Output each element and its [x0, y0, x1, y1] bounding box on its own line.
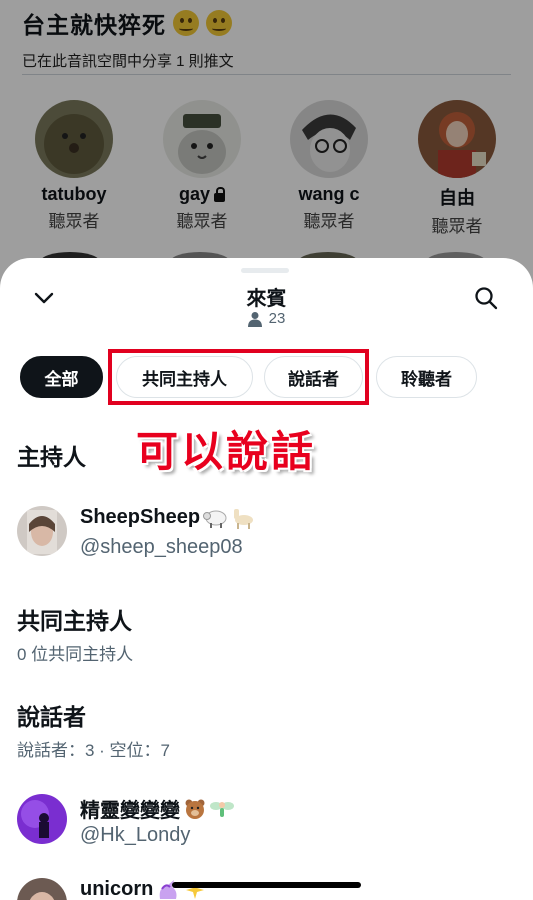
tab-cohosts[interactable]: 共同主持人 [116, 356, 253, 398]
speaker-name-text: 精靈變變變 [80, 800, 180, 822]
speaker-handle: @Hk_Londy [80, 824, 191, 846]
llama-icon [234, 508, 254, 529]
host-section-title: 主持人 [17, 444, 86, 470]
host-name: SheepSheep [80, 506, 254, 529]
speaker-name-text: unicorn [80, 878, 154, 900]
avatar [17, 878, 67, 900]
guest-count: 23 [0, 310, 533, 327]
tab-speakers[interactable]: 說話者 [264, 356, 363, 398]
fairy-icon [210, 801, 234, 817]
person-icon [247, 311, 262, 327]
sheet-title: 來賓 [246, 288, 287, 310]
host-handle: @sheep_sheep08 [80, 536, 243, 558]
host-name-text: SheepSheep [80, 506, 201, 528]
guest-count-value: 23 [268, 310, 286, 327]
tab-listeners[interactable]: 聆聽者 [376, 356, 477, 398]
sheep-icon [203, 510, 227, 528]
speaker-name: 精靈變變變 [80, 794, 234, 823]
host-user-row[interactable]: SheepSheep @sheep_sheep08 [17, 506, 517, 566]
speaker-section-title: 說話者 [17, 704, 86, 730]
search-button[interactable] [468, 280, 504, 316]
guests-sheet: 來賓 23 全部 共同主持人 說話者 聆聽者 主持人 SheepSheep @s… [0, 258, 533, 900]
home-indicator[interactable] [172, 882, 361, 888]
cohost-section-title: 共同主持人 [17, 608, 132, 634]
annotation-label: 可以說話 [136, 427, 317, 476]
avatar [17, 794, 67, 844]
tab-all[interactable]: 全部 [20, 356, 103, 398]
bear-icon [185, 799, 205, 819]
sheet-grabber[interactable] [241, 268, 289, 273]
speaker-count: 說話者：3 · 空位：7 [17, 741, 171, 760]
speaker-user-row[interactable]: 精靈變變變 @Hk_Londy [17, 794, 517, 854]
cohost-count: 0 位共同主持人 [17, 645, 134, 664]
search-icon [475, 287, 498, 310]
filter-tabs: 全部 共同主持人 說話者 聆聽者 [20, 356, 533, 400]
avatar [17, 506, 67, 556]
